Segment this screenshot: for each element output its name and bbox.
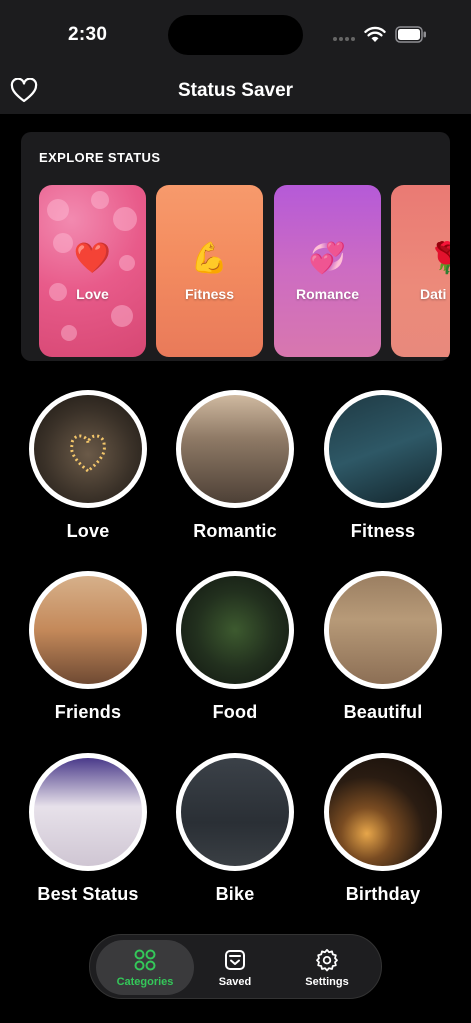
category-friends[interactable]: Friends [14, 571, 162, 723]
category-label: Bike [215, 884, 255, 904]
page-title: Status Saver [177, 80, 294, 101]
heart-emoji-icon: ❤️ [73, 242, 112, 275]
category-label: Birthday [345, 884, 421, 904]
flexed-biceps-emoji-icon: 💪 [190, 242, 229, 275]
tab-saved[interactable]: Saved [200, 940, 270, 995]
explore-card-fitness[interactable]: 💪 Fitness [156, 185, 263, 357]
dynamic-island [168, 15, 303, 55]
category-love[interactable]: Love [14, 390, 162, 542]
category-beautiful[interactable]: Beautiful [309, 571, 457, 723]
saved-icon [225, 950, 245, 970]
gear-icon [316, 948, 338, 972]
category-label: Fitness [350, 521, 416, 541]
explore-card-love[interactable]: ❤️ Love [39, 185, 146, 357]
tab-label: Saved [218, 976, 252, 988]
two-hearts-emoji-icon: 💞 [308, 242, 347, 275]
category-thumbnail [176, 571, 294, 689]
category-label: Beautiful [343, 702, 423, 722]
tab-categories[interactable]: Categories [96, 940, 194, 995]
category-label: Friends [54, 702, 122, 722]
category-thumbnail [176, 390, 294, 508]
battery-icon [395, 26, 426, 43]
explore-carousel[interactable]: ❤️ Love 💪 Fitness 💞 Romance 🌹 Dati [39, 185, 450, 357]
category-thumbnail [176, 753, 294, 871]
tab-label: Settings [305, 976, 349, 988]
explore-card-label: Fitness [184, 286, 234, 302]
category-label: Best Status [37, 884, 139, 904]
wifi-icon [364, 26, 386, 42]
category-thumbnail [324, 571, 442, 689]
categories-icon [134, 949, 156, 971]
explore-card-label: Love [76, 286, 109, 302]
category-thumbnail [29, 753, 147, 871]
category-food[interactable]: Food [161, 571, 309, 723]
explore-status-title: EXPLORE STATUS [39, 150, 161, 165]
category-label: Food [212, 702, 258, 722]
category-thumbnail [29, 571, 147, 689]
tab-settings[interactable]: Settings [292, 940, 362, 995]
tab-label: Categories [116, 976, 174, 988]
category-best-status[interactable]: Best Status [14, 753, 162, 905]
category-label: Love [66, 521, 110, 541]
category-label: Romantic [193, 521, 277, 541]
explore-status-section: EXPLORE STATUS ❤️ Love 💪 Fitness 💞 Roman… [21, 132, 450, 361]
category-birthday[interactable]: Birthday [309, 753, 457, 905]
category-thumbnail [324, 390, 442, 508]
rose-emoji-icon: 🌹 [428, 242, 450, 275]
bottom-tab-bar: Categories Saved Settings [89, 934, 382, 999]
explore-card-dating[interactable]: 🌹 Dati [391, 185, 450, 357]
status-time: 2:30 [68, 24, 108, 45]
category-thumbnail [324, 753, 442, 871]
heart-lights-image [70, 434, 106, 473]
category-romantic[interactable]: Romantic [161, 390, 309, 542]
explore-card-label: Romance [295, 286, 360, 302]
status-bar: 2:30 [0, 0, 471, 70]
category-thumbnail [29, 390, 147, 508]
explore-card-label: Dati [420, 286, 447, 302]
cellular-signal-icon [333, 37, 355, 41]
category-bike[interactable]: Bike [161, 753, 309, 905]
explore-card-romance[interactable]: 💞 Romance [274, 185, 381, 357]
navigation-bar: Status Saver [0, 70, 471, 114]
category-fitness[interactable]: Fitness [309, 390, 457, 542]
